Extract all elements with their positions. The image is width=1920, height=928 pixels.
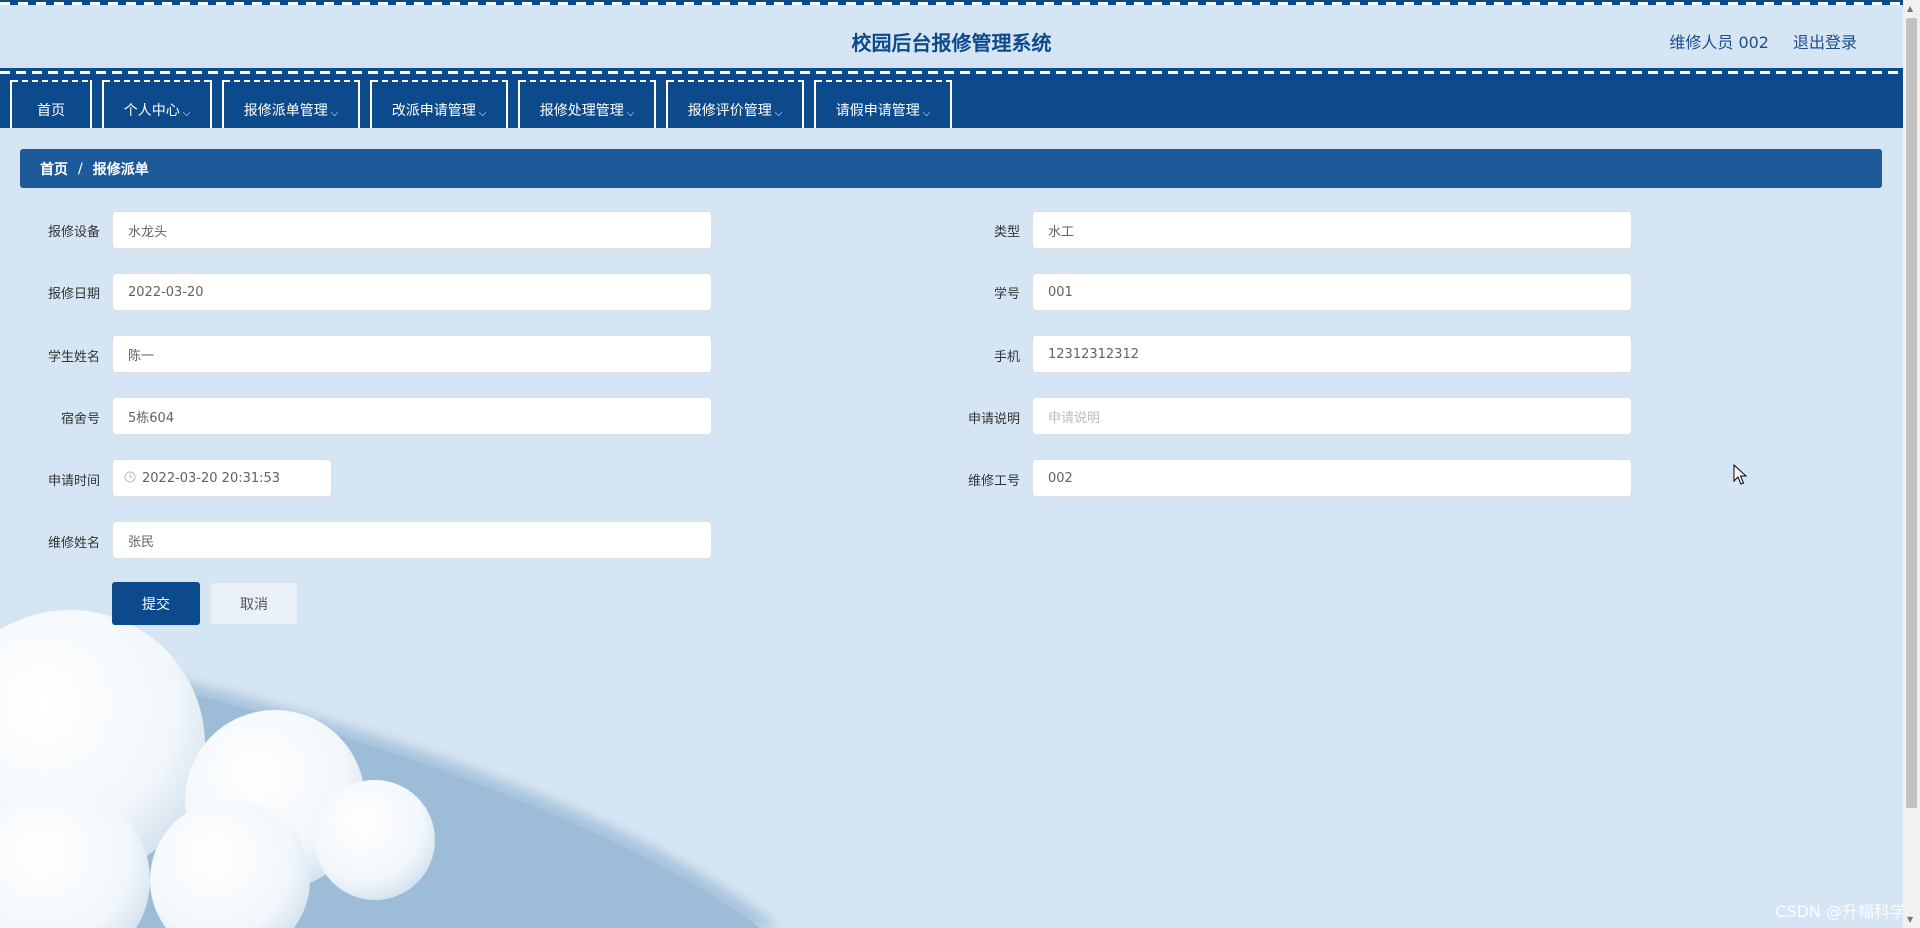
main-nav: 首页 个人中心 ⌵ 报修派单管理 ⌵ 改派申请管理 ⌵ 报修处理管理 ⌵ 报修评…: [0, 68, 1903, 128]
phone-input[interactable]: 12312312312: [1032, 335, 1632, 373]
nav-item-dispatch[interactable]: 报修派单管理 ⌵: [222, 80, 360, 128]
dorm-input[interactable]: 5栋604: [112, 397, 712, 435]
nav-item-label: 报修评价管理: [687, 103, 772, 119]
nav-item-leave[interactable]: 请假申请管理 ⌵: [814, 80, 952, 128]
worker-id-input[interactable]: 002: [1032, 459, 1632, 497]
type-label: 类型: [993, 225, 1020, 240]
breadcrumb-separator: /: [78, 160, 83, 177]
submit-button[interactable]: 提交: [112, 582, 200, 625]
chevron-down-icon: ⌵: [922, 108, 931, 119]
chevron-down-icon: ⌵: [182, 108, 191, 119]
vertical-scrollbar[interactable]: ▲ ▼: [1903, 0, 1920, 928]
nav-item-label: 首页: [37, 103, 65, 119]
nav-item-label: 报修处理管理: [539, 103, 624, 119]
nav-item-personal-center[interactable]: 个人中心 ⌵: [102, 80, 212, 128]
top-header: 校园后台报修管理系统 维修人员 002 退出登录: [0, 0, 1903, 72]
device-label: 报修设备: [47, 225, 100, 240]
cancel-button[interactable]: 取消: [210, 582, 298, 625]
type-input[interactable]: 水工: [1032, 211, 1632, 249]
chevron-down-icon: ⌵: [626, 108, 635, 119]
system-title: 校园后台报修管理系统: [851, 31, 1052, 55]
student-name-input[interactable]: 陈一: [112, 335, 712, 373]
note-label: 申请说明: [967, 412, 1020, 427]
nav-item-processing[interactable]: 报修处理管理 ⌵: [518, 80, 656, 128]
chevron-down-icon: ⌵: [774, 108, 783, 119]
date-label: 报修日期: [47, 287, 100, 302]
scrollbar-thumb[interactable]: [1906, 18, 1917, 808]
mouse-cursor-icon: [1733, 464, 1748, 485]
breadcrumb-home[interactable]: 首页: [40, 159, 68, 179]
student-id-label: 学号: [993, 287, 1020, 302]
current-user: 维修人员 002: [1669, 33, 1769, 52]
note-input[interactable]: 申请说明: [1032, 397, 1632, 435]
page: 校园后台报修管理系统 维修人员 002 退出登录 首页 个人中心 ⌵ 报修派单管…: [0, 0, 1920, 928]
chevron-down-icon: ⌵: [478, 108, 487, 119]
student-name-label: 学生姓名: [47, 350, 100, 365]
apply-time-value: 2022-03-20 20:31:53: [142, 470, 281, 486]
dorm-label: 宿舍号: [60, 412, 100, 427]
date-input[interactable]: 2022-03-20: [112, 273, 712, 311]
watermark: CSDN @升幅科学: [1775, 902, 1906, 921]
worker-name-input[interactable]: 张民: [112, 521, 712, 559]
nav-item-label: 请假申请管理: [835, 103, 920, 119]
nav-item-label: 个人中心: [123, 103, 180, 119]
worker-name-label: 维修姓名: [47, 536, 100, 551]
nav-item-label: 改派申请管理: [391, 103, 476, 119]
worker-id-label: 维修工号: [967, 474, 1020, 489]
nav-item-label: 报修派单管理: [243, 103, 328, 119]
scroll-up-icon[interactable]: ▲: [1907, 4, 1913, 13]
scroll-down-icon[interactable]: ▼: [1907, 915, 1913, 924]
student-id-input[interactable]: 001: [1032, 273, 1632, 311]
nav-item-home[interactable]: 首页: [10, 80, 92, 128]
breadcrumb: 首页 / 报修派单: [20, 149, 1882, 188]
apply-time-picker[interactable]: 2022-03-20 20:31:53: [112, 459, 332, 497]
chevron-down-icon: ⌵: [330, 108, 339, 119]
phone-label: 手机: [993, 350, 1020, 365]
device-input[interactable]: 水龙头: [112, 211, 712, 249]
nav-item-evaluation[interactable]: 报修评价管理 ⌵: [666, 80, 804, 128]
apply-time-label: 申请时间: [47, 474, 100, 489]
clock-icon: [124, 471, 136, 486]
logout-link[interactable]: 退出登录: [1793, 29, 1857, 53]
breadcrumb-current: 报修派单: [92, 161, 149, 178]
nav-item-reassign[interactable]: 改派申请管理 ⌵: [370, 80, 508, 128]
